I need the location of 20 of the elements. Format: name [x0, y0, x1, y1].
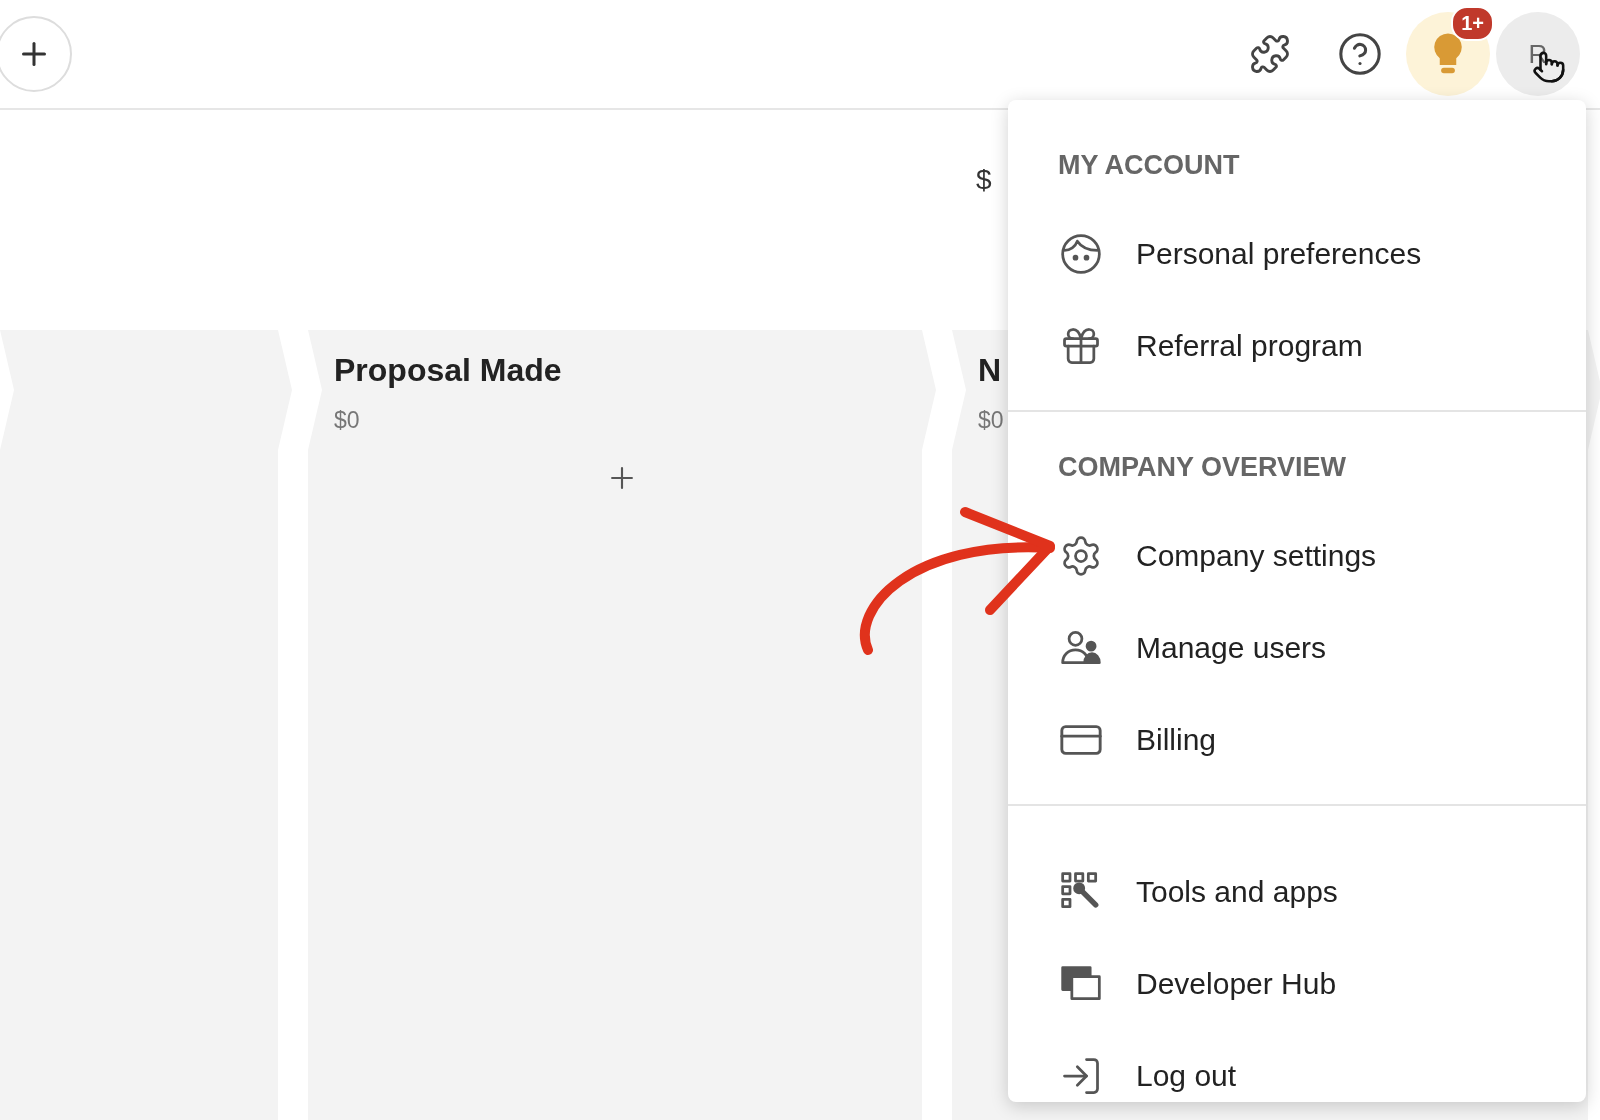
menu-item[interactable]: Personal preferences — [1136, 237, 1422, 271]
column-title: N — [978, 352, 1003, 389]
notification-badge: 1+ — [1451, 6, 1494, 41]
column-value: $0 — [978, 407, 1005, 434]
menu-heading: COMPANY OVERVIEW — [1057, 452, 1348, 484]
column-value: $0 — [334, 407, 361, 434]
help-icon — [1337, 31, 1383, 77]
face-icon — [1059, 232, 1103, 276]
lightbulb-icon — [1431, 32, 1465, 76]
total-value: $ — [976, 164, 992, 196]
menu-item[interactable]: Company settings — [1136, 539, 1377, 573]
menu-heading: MY ACCOUNT — [1057, 150, 1241, 182]
menu-item[interactable]: Billing — [1136, 723, 1217, 757]
puzzle-icon — [1249, 33, 1291, 75]
column-title: Proposal Made — [334, 352, 563, 389]
menu-item[interactable]: Developer Hub — [1136, 967, 1337, 1001]
menu-item[interactable]: Log out — [1136, 1059, 1237, 1093]
menu-item[interactable]: Tools and apps — [1136, 875, 1338, 909]
menu-item[interactable]: Manage users — [1136, 631, 1327, 665]
menu-item[interactable]: Referral program — [1136, 329, 1363, 363]
